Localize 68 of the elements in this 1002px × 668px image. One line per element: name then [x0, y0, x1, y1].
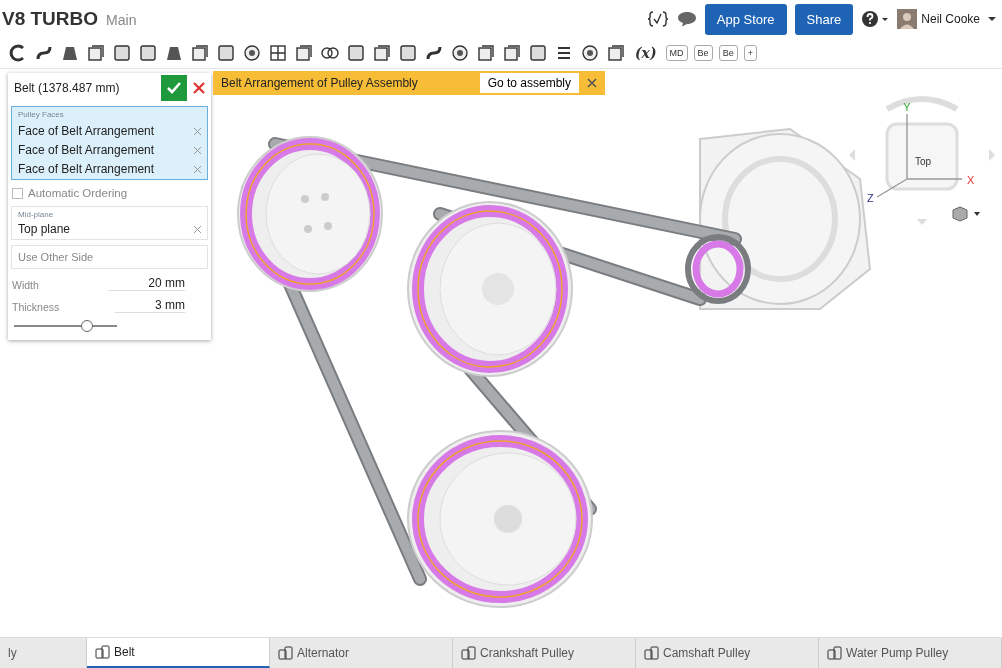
tool-icon[interactable] — [242, 43, 262, 63]
part-studio-icon — [644, 646, 660, 660]
tool-icon[interactable] — [112, 43, 132, 63]
part-studio-icon — [461, 646, 477, 660]
tool-icon[interactable] — [372, 43, 392, 63]
field-label: Thickness — [12, 301, 60, 313]
selection-item[interactable]: Face of Belt Arrangement — [18, 124, 155, 138]
part-studio-tab[interactable]: Crankshaft Pulley — [453, 638, 636, 668]
pulley-faces-field[interactable]: Pulley Faces Face of Belt Arrangement Face of Belt Arrangement Face of Belt Arrangement — [11, 106, 208, 180]
field-label: Pulley Faces — [18, 110, 65, 119]
remove-icon[interactable] — [194, 225, 201, 233]
part-studio-icon — [827, 646, 843, 660]
chat-icon[interactable] — [676, 11, 697, 27]
accept-button[interactable] — [161, 75, 187, 101]
checkmark-icon — [166, 81, 182, 95]
share-button[interactable]: Share — [794, 3, 854, 35]
close-icon[interactable] — [193, 82, 205, 94]
feature-title: Belt (1378.487 mm) — [14, 81, 121, 95]
tool-icon[interactable] — [528, 43, 548, 63]
branch-name[interactable]: Main — [106, 12, 137, 28]
part-studio-tab[interactable]: Water Pump Pulley — [819, 638, 1002, 668]
part-studio-tab[interactable]: Alternator — [270, 638, 453, 668]
tool-icon[interactable] — [606, 43, 626, 63]
app-store-button[interactable]: App Store — [704, 3, 787, 35]
tool-button[interactable]: MD — [665, 45, 688, 61]
selection-item[interactable]: Face of Belt Arrangement — [18, 162, 155, 176]
tool-icon[interactable] — [476, 43, 496, 63]
view-mode-icon[interactable] — [952, 206, 982, 222]
part-studio-tab[interactable]: Camshaft Pulley — [636, 638, 819, 668]
tool-button[interactable]: Be — [718, 45, 738, 61]
user-menu[interactable]: Neil Cooke — [921, 12, 980, 26]
tool-icon[interactable] — [190, 43, 210, 63]
number-field[interactable]: 3 mm — [115, 298, 185, 313]
tool-icon[interactable] — [294, 43, 314, 63]
tool-button[interactable]: + — [743, 45, 757, 61]
slider-thumb[interactable] — [81, 320, 94, 332]
part-studio-icon — [95, 645, 111, 659]
checkbox-label: Automatic Ordering — [28, 187, 128, 199]
tool-icon[interactable] — [398, 43, 418, 63]
document-title: V8 TURBO — [2, 8, 99, 30]
number-field[interactable]: 20 mm — [108, 276, 185, 291]
tool-icon[interactable] — [502, 43, 522, 63]
banner-text: Belt Arrangement of Pulley Assembly — [221, 76, 419, 90]
help-icon[interactable] — [861, 9, 890, 29]
tool-icon[interactable] — [86, 43, 106, 63]
tool-button[interactable]: Be — [693, 45, 713, 61]
avatar-icon[interactable] — [897, 9, 918, 29]
part-studio-tab[interactable]: Belt — [87, 638, 270, 668]
caret-icon[interactable] — [988, 16, 996, 22]
variables-icon[interactable] — [646, 10, 669, 28]
tool-icon[interactable] — [138, 43, 158, 63]
tool-icon[interactable] — [580, 43, 600, 63]
field-label: Mid-plane — [18, 210, 55, 219]
tool-icon[interactable] — [268, 43, 288, 63]
tool-icon[interactable] — [216, 43, 236, 63]
tool-icon[interactable] — [450, 43, 470, 63]
field-value: Top plane — [18, 222, 71, 236]
tool-button[interactable]: (x) — [632, 43, 660, 63]
go-to-assembly-button[interactable]: Go to assembly — [479, 73, 579, 93]
tool-icon[interactable] — [346, 43, 366, 63]
field-label: Width — [12, 279, 39, 291]
use-other-side-field[interactable]: Use Other Side — [11, 245, 208, 269]
part-studio-icon — [278, 646, 294, 660]
close-icon[interactable] — [587, 78, 597, 88]
mid-plane-field[interactable]: Mid-plane Top plane — [11, 206, 208, 240]
part-studio-tab[interactable]: ly — [0, 638, 87, 668]
selection-item[interactable]: Face of Belt Arrangement — [18, 143, 155, 157]
checkbox[interactable] — [12, 187, 23, 199]
